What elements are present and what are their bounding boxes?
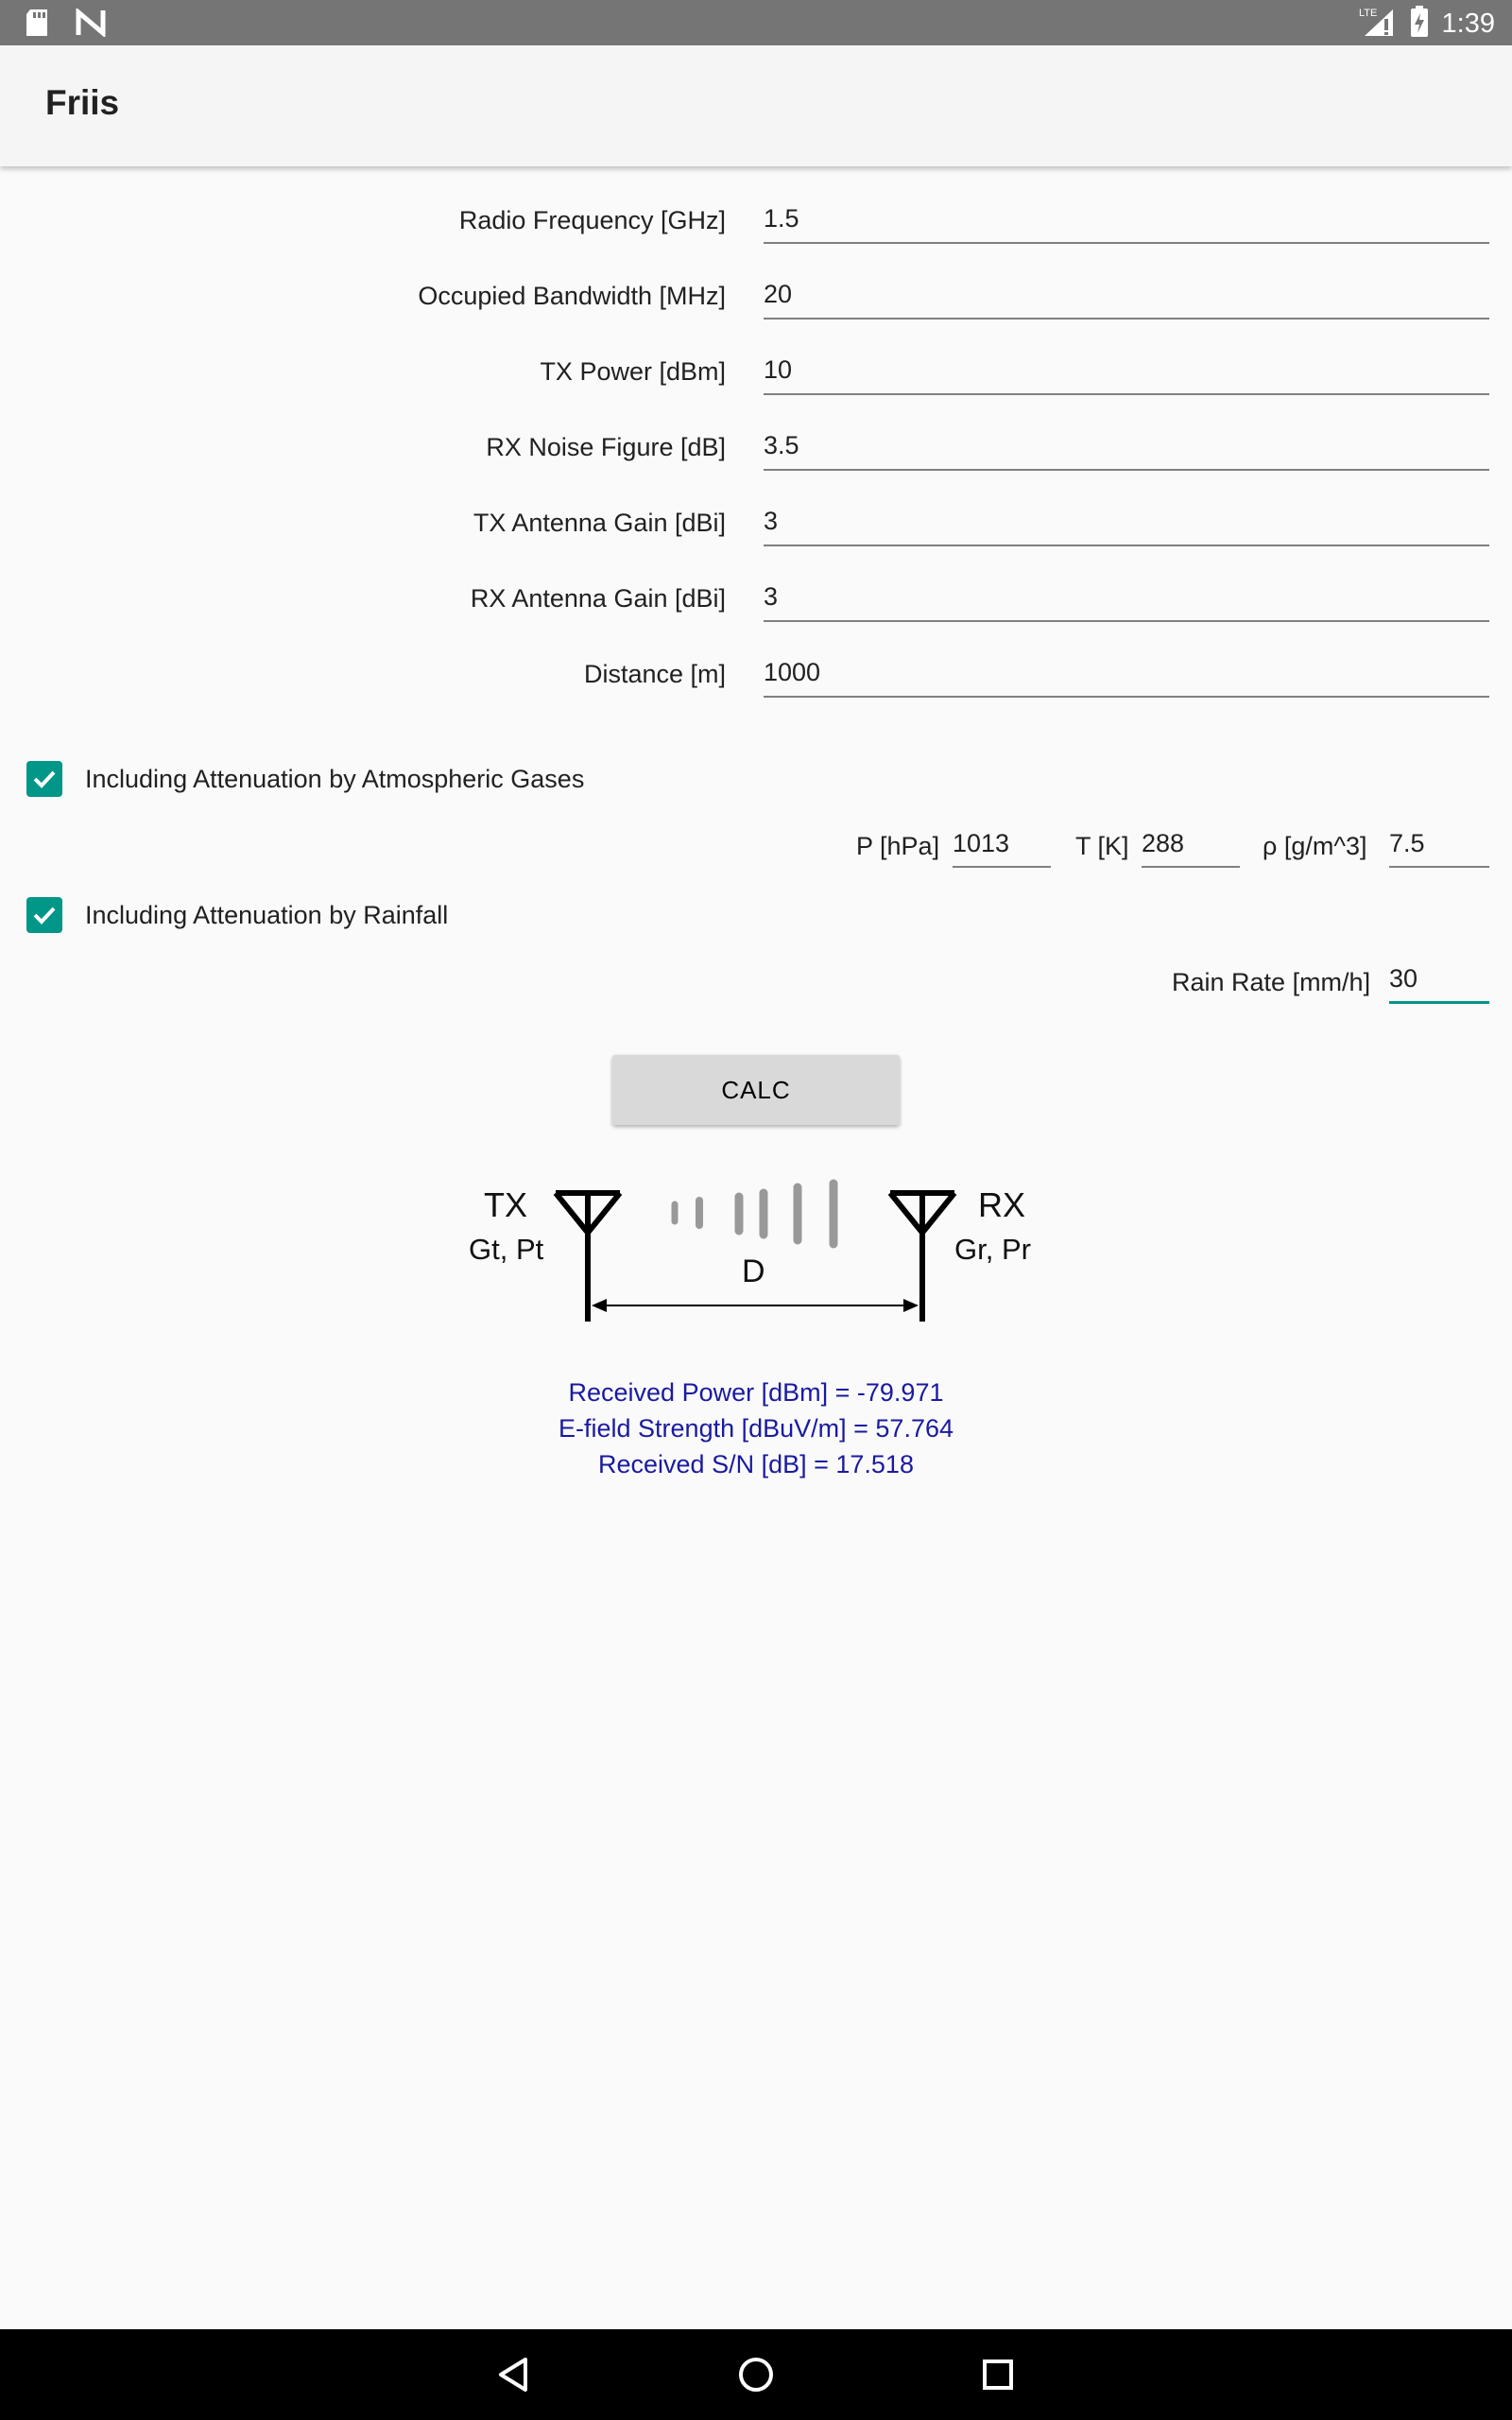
rx-antenna-gain-input[interactable]	[764, 577, 1489, 622]
form-row-rx-antenna-gain: RX Antenna Gain [dBi]	[0, 563, 1512, 631]
sd-card-icon	[25, 9, 49, 42]
distance-arrow-icon	[592, 1299, 919, 1312]
received-sn-result: Received S/N [dB] = 17.518	[598, 1450, 914, 1478]
rainfall-checkbox[interactable]	[26, 897, 62, 933]
occupied-bandwidth-label: Occupied Bandwidth [MHz]	[418, 282, 726, 310]
home-icon[interactable]	[730, 2348, 782, 2401]
form-row-rx-noise-figure: RX Noise Figure [dB]	[0, 412, 1512, 480]
results-panel: Received Power [dBm] = -79.971 E-field S…	[0, 1374, 1512, 1482]
form-row-radio-frequency: Radio Frequency [GHz]	[0, 185, 1512, 253]
distance-input[interactable]	[764, 652, 1489, 698]
recents-icon[interactable]	[971, 2348, 1024, 2401]
form-row-distance: Distance [m]	[0, 639, 1512, 707]
tx-antenna-icon	[553, 1190, 623, 1322]
n-notification-icon	[76, 7, 106, 42]
app-bar: Friis	[0, 45, 1512, 166]
checkmark-icon	[33, 907, 56, 925]
tx-antenna-gain-input[interactable]	[764, 501, 1489, 546]
tx-antenna-gain-label: TX Antenna Gain [dBi]	[472, 509, 726, 537]
water-density-input[interactable]	[1389, 824, 1489, 868]
tx-params-label: Gt, Pt	[469, 1233, 544, 1266]
radio-frequency-label: Radio Frequency [GHz]	[458, 206, 726, 234]
network-type-label: LTE	[1359, 8, 1377, 19]
distance-label: Distance [m]	[583, 660, 726, 688]
status-bar: LTE 1:39	[0, 0, 1512, 45]
rx-antenna-gain-label: RX Antenna Gain [dBi]	[470, 584, 726, 613]
atmospheric-gases-checkbox[interactable]	[26, 761, 62, 797]
battery-charging-icon	[1410, 6, 1429, 43]
back-icon[interactable]	[488, 2348, 541, 2401]
occupied-bandwidth-input[interactable]	[764, 274, 1489, 320]
navigation-bar	[0, 2329, 1512, 2420]
rx-noise-figure-label: RX Noise Figure [dB]	[486, 433, 726, 461]
status-time: 1:39	[1441, 9, 1495, 39]
rx-params-label: Gr, Pr	[954, 1233, 1031, 1266]
tx-power-label: TX Power [dBm]	[540, 357, 726, 386]
pressure-label: P [hPa]	[856, 832, 940, 860]
form-row-occupied-bandwidth: Occupied Bandwidth [MHz]	[0, 261, 1512, 329]
radio-frequency-input[interactable]	[764, 199, 1489, 244]
rx-label: RX	[978, 1185, 1025, 1224]
rain-rate-input[interactable]	[1389, 960, 1489, 1004]
tx-power-input[interactable]	[764, 350, 1489, 395]
pressure-input[interactable]	[953, 824, 1051, 868]
app-title: Friis	[45, 83, 120, 122]
tx-label: TX	[484, 1185, 527, 1224]
atmospheric-gases-option[interactable]: Including Attenuation by Atmospheric Gas…	[26, 761, 584, 797]
checkmark-icon	[33, 770, 56, 788]
signal-icon: LTE	[1359, 6, 1397, 43]
water-density-label: ρ [g/m^3]	[1263, 832, 1367, 860]
rainfall-label: Including Attenuation by Rainfall	[85, 900, 449, 929]
temperature-input[interactable]	[1142, 824, 1240, 868]
friis-diagram: TX Gt, Pt RX Gr, Pr D	[469, 1179, 1031, 1322]
calc-button[interactable]: CALC	[612, 1055, 900, 1125]
rx-noise-figure-input[interactable]	[764, 425, 1489, 471]
received-power-result: Received Power [dBm] = -79.971	[568, 1378, 944, 1407]
rx-antenna-icon	[887, 1190, 957, 1322]
rainfall-option[interactable]: Including Attenuation by Rainfall	[26, 897, 448, 933]
radio-wave-icon	[671, 1179, 838, 1249]
atmospheric-gases-label: Including Attenuation by Atmospheric Gas…	[85, 764, 585, 793]
form-row-tx-antenna-gain: TX Antenna Gain [dBi]	[0, 488, 1512, 556]
efield-strength-result: E-field Strength [dBuV/m] = 57.764	[558, 1414, 954, 1443]
form-row-tx-power: TX Power [dBm]	[0, 337, 1512, 405]
distance-marker-label: D	[742, 1253, 765, 1289]
temperature-label: T [K]	[1075, 832, 1129, 860]
rain-rate-label: Rain Rate [mm/h]	[1172, 968, 1371, 996]
